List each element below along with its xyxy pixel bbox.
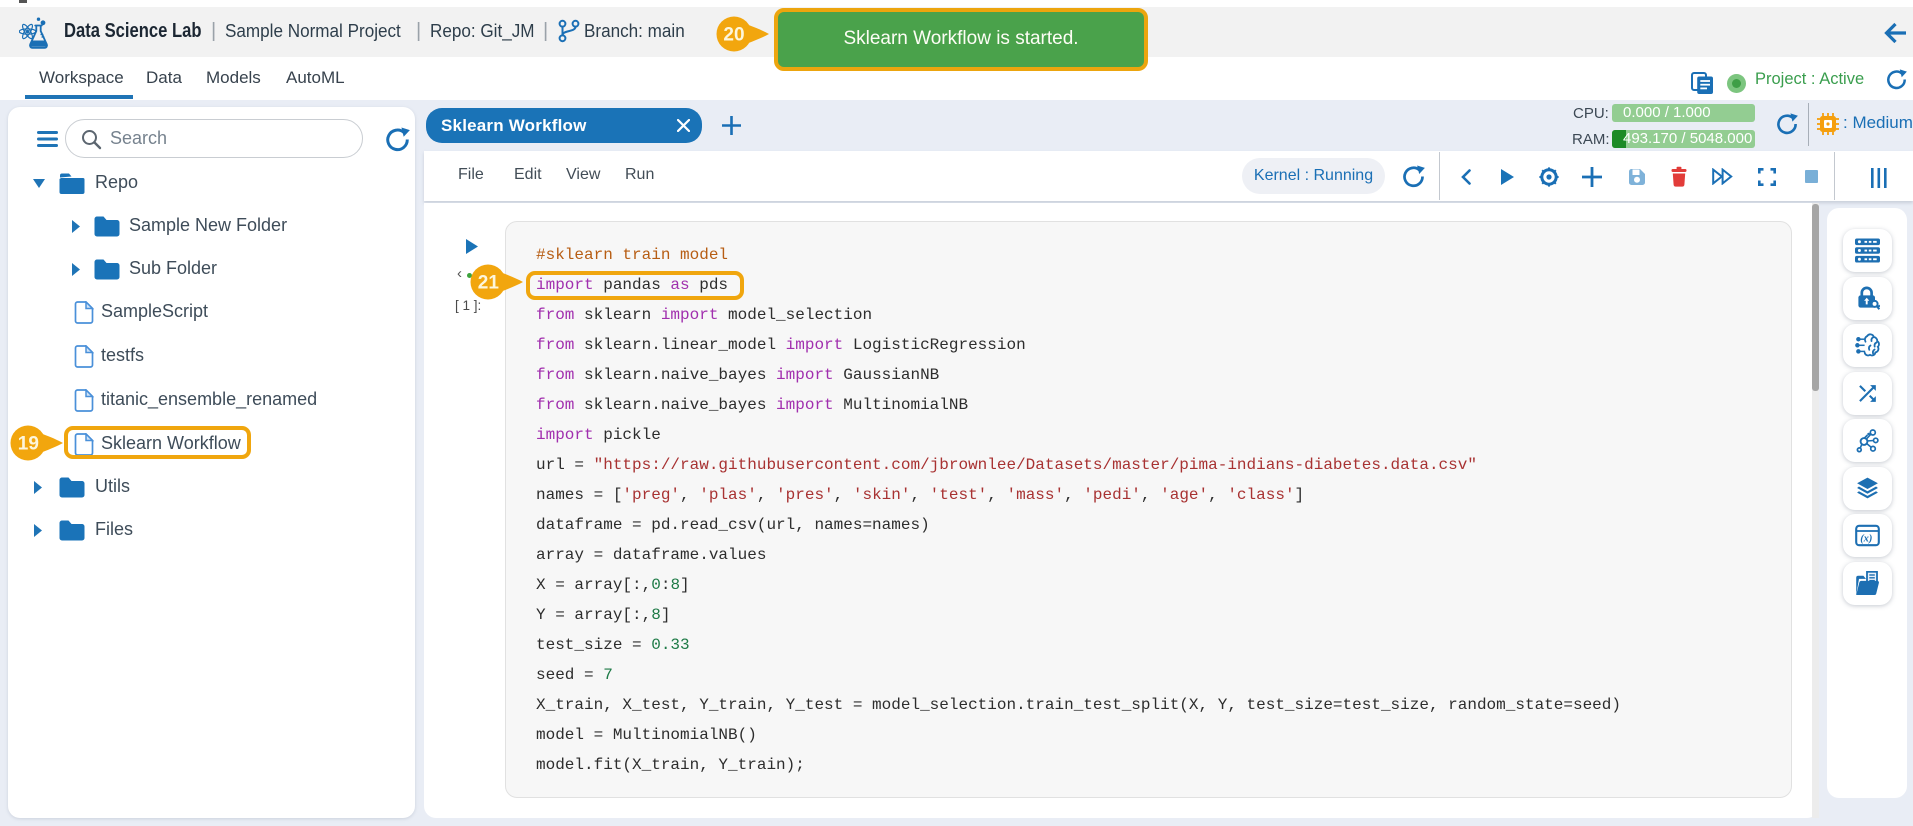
svg-text:21: 21 <box>478 273 500 294</box>
svg-text:20: 20 <box>723 25 744 46</box>
svg-text:(x): (x) <box>1860 534 1872 545</box>
svg-text:19: 19 <box>18 434 39 455</box>
